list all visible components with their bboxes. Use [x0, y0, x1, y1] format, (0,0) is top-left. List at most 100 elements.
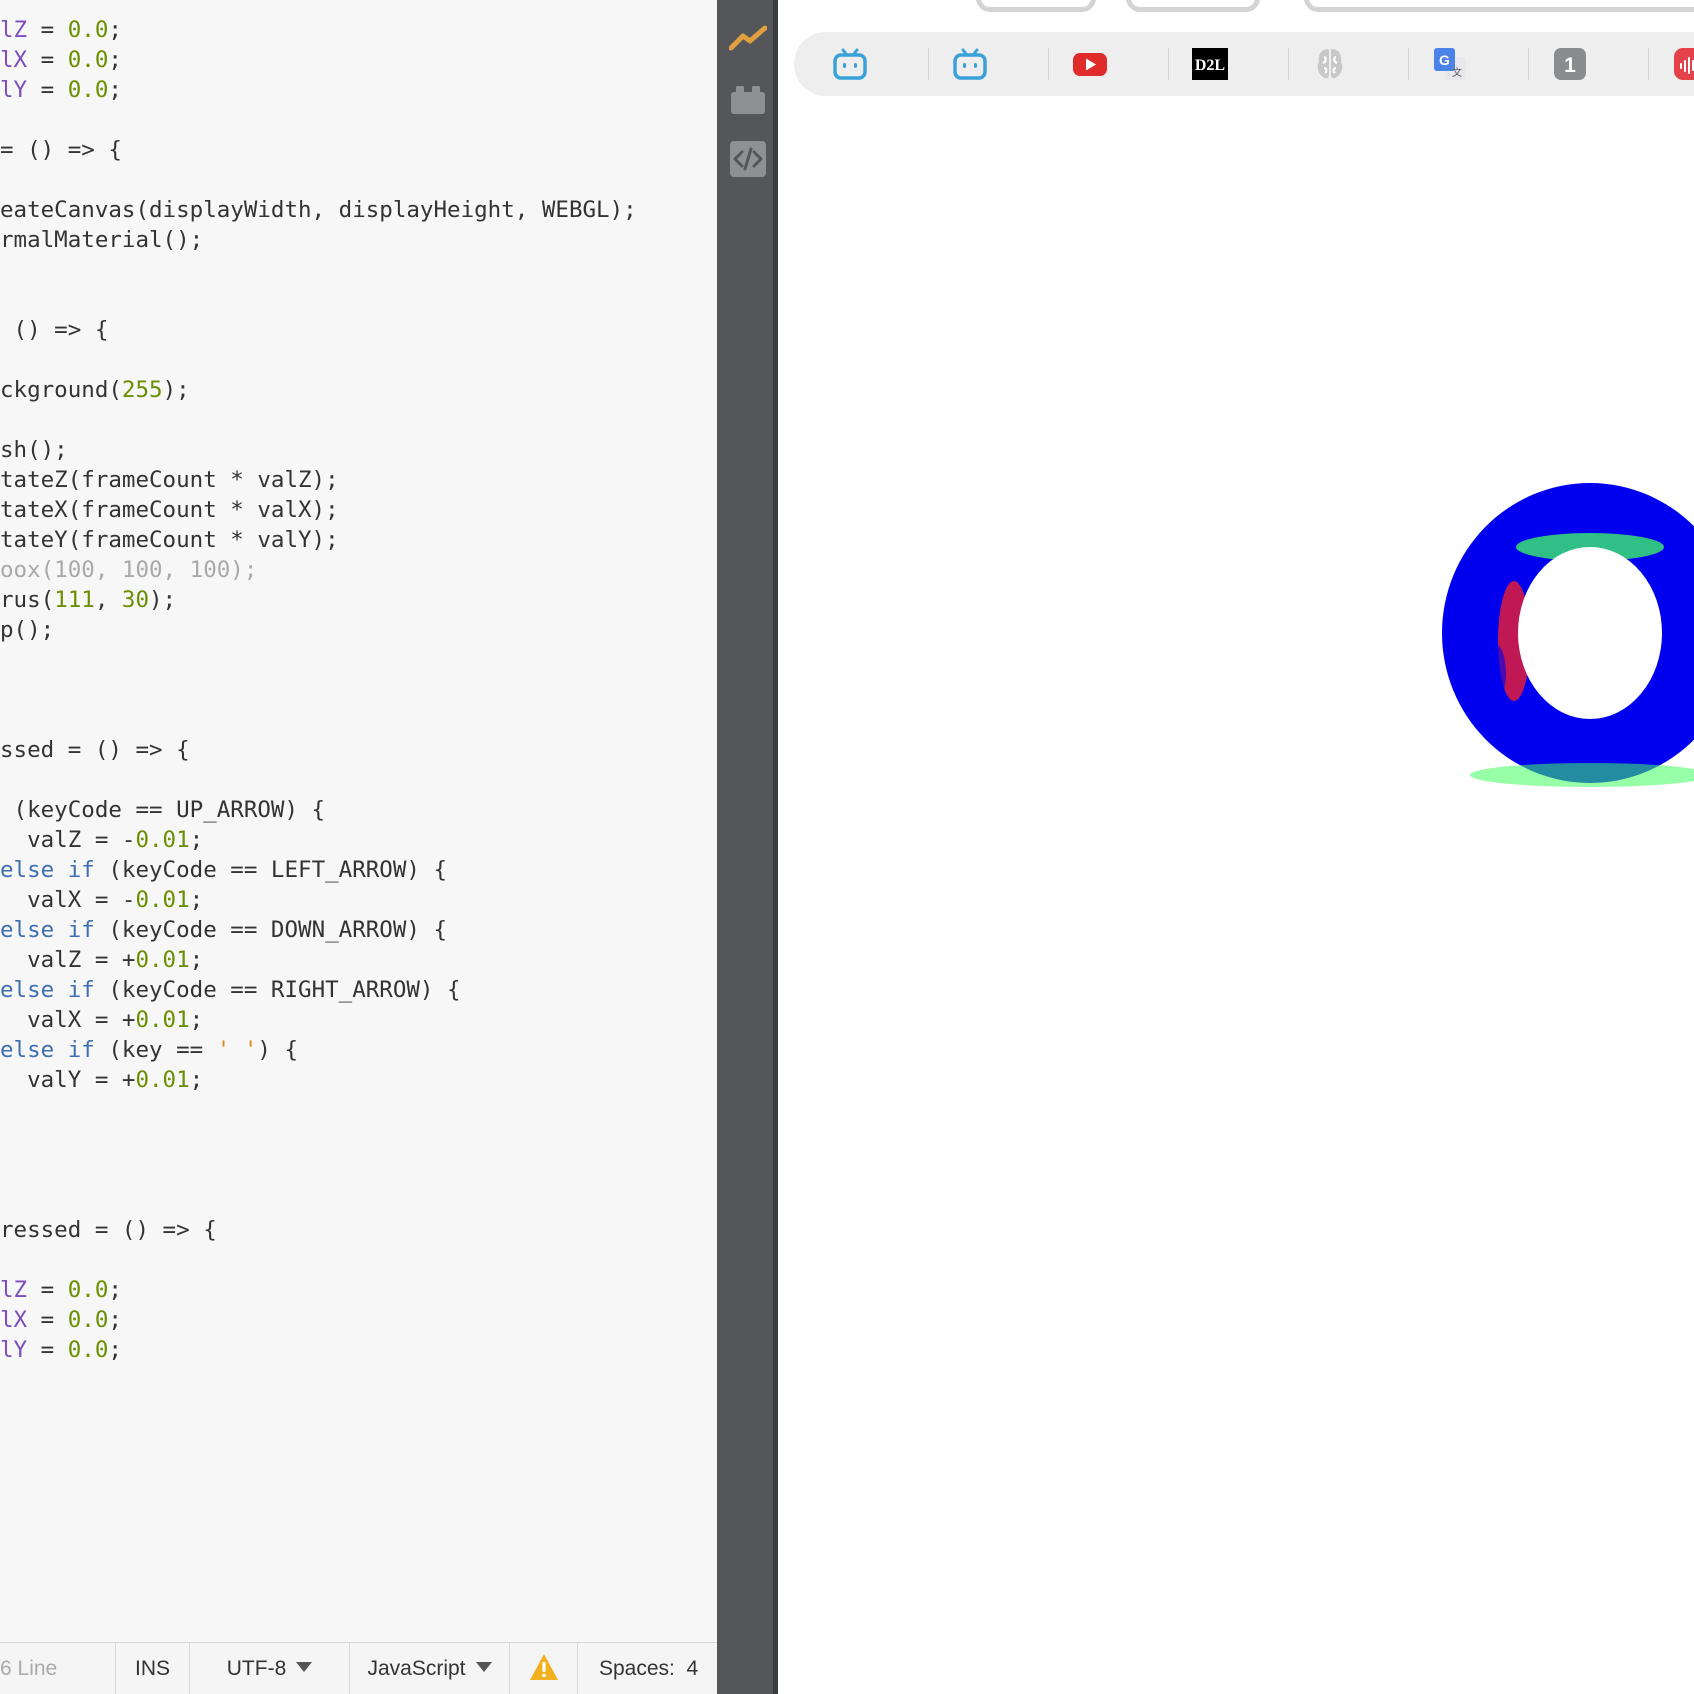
- browser-tab[interactable]: [976, 0, 1096, 12]
- warning-button[interactable]: [510, 1643, 578, 1694]
- code-token: (keyCode == RIGHT_ARROW) {: [94, 977, 461, 1003]
- encoding-label: UTF-8: [226, 1657, 287, 1680]
- code-token: =: [27, 1337, 68, 1363]
- code-token: lZ: [0, 1277, 28, 1303]
- bookmark-bilibili[interactable]: [832, 46, 868, 82]
- code-token: ;: [189, 1007, 204, 1033]
- code-line: = () => {: [0, 135, 122, 165]
- code-token: ' ': [216, 1037, 258, 1063]
- code-token: =: [27, 77, 68, 103]
- code-token: 0.01: [135, 1007, 190, 1033]
- code-token: lX: [0, 1307, 28, 1333]
- code-token: valX = +: [0, 1007, 136, 1033]
- code-token: 0.01: [135, 827, 190, 853]
- code-token: valZ = +: [0, 947, 136, 973]
- code-line: oox(100, 100, 100);: [0, 555, 257, 585]
- code-token: else: [0, 977, 55, 1003]
- code-line: () => {: [0, 315, 109, 345]
- insert-mode-button[interactable]: INS: [116, 1643, 190, 1694]
- code-token: ressed = () => {: [0, 1217, 217, 1243]
- code-view-button[interactable]: [729, 140, 767, 178]
- code-token: 0.01: [135, 887, 190, 913]
- code-icon: [730, 141, 766, 177]
- code-token: valX = -: [0, 887, 136, 913]
- bookmark-d2l[interactable]: D2L: [1192, 46, 1228, 82]
- code-token: ;: [108, 1307, 122, 1333]
- code-token: ;: [108, 17, 122, 43]
- code-token: =: [27, 1277, 68, 1303]
- svg-text:G: G: [1439, 52, 1450, 68]
- code-token: 0.01: [135, 947, 190, 973]
- code-token: = () => {: [0, 137, 122, 163]
- browser-tab[interactable]: [1126, 0, 1260, 12]
- code-token: eateCanvas(displayWidth, displayHeight, …: [0, 197, 637, 223]
- code-token: rus(: [0, 587, 55, 613]
- code-token: 255: [121, 377, 163, 403]
- bookmark-brain[interactable]: [1312, 46, 1348, 82]
- code-line: tateY(frameCount * valY);: [0, 525, 339, 555]
- browser-tab[interactable]: [1304, 0, 1694, 12]
- code-token: 0.0: [67, 17, 109, 43]
- code-token: 0.01: [135, 1067, 190, 1093]
- sketch-canvas[interactable]: [778, 96, 1694, 1694]
- insert-mode-label: INS: [134, 1657, 170, 1680]
- indentation-setting[interactable]: Spaces: 4: [578, 1643, 717, 1694]
- code-token: ckground(: [0, 377, 122, 403]
- code-token: lY: [0, 1337, 28, 1363]
- code-line: lZ = 0.0;: [0, 15, 122, 45]
- code-editor[interactable]: lZ = 0.0; lX = 0.0; lY = 0.0; = () => {eate…: [0, 0, 717, 1694]
- bookmark-podcast[interactable]: [1672, 46, 1694, 82]
- code-token: else: [0, 1037, 55, 1063]
- code-token: ssed = () => {: [0, 737, 190, 763]
- code-token: ;: [189, 947, 204, 973]
- bookmark-separator: [1408, 48, 1409, 80]
- bookmark-google-translate[interactable]: G文: [1432, 46, 1468, 82]
- bookmark-youtube[interactable]: [1072, 46, 1108, 82]
- plugin-icon: [731, 86, 765, 114]
- code-token: =: [27, 47, 68, 73]
- bilibili-icon: [952, 48, 988, 86]
- code-line: tateZ(frameCount * valZ);: [0, 465, 339, 495]
- svg-text:1: 1: [1564, 54, 1576, 77]
- bookmark-onepassword[interactable]: 1: [1552, 46, 1588, 82]
- code-token: else: [0, 857, 55, 883]
- code-token: tateX(frameCount * valX);: [0, 497, 339, 523]
- svg-text:D2L: D2L: [1195, 57, 1225, 74]
- code-token: ) {: [257, 1037, 299, 1063]
- svg-text:文: 文: [1452, 66, 1462, 79]
- code-token: valZ = -: [0, 827, 136, 853]
- code-token: (key ==: [94, 1037, 217, 1063]
- code-token: ;: [108, 77, 122, 103]
- code-line: valZ = -0.01;: [0, 825, 203, 855]
- plugin-button[interactable]: [729, 80, 767, 118]
- encoding-dropdown[interactable]: UTF-8: [190, 1643, 350, 1694]
- code-token: lX: [0, 47, 28, 73]
- status-bar: 6 Line INS UTF-8 JavaScript Spaces: 4: [0, 1642, 717, 1694]
- code-line: tateX(frameCount * valX);: [0, 495, 339, 525]
- code-token: 0.0: [67, 1307, 109, 1333]
- code-token: ;: [189, 827, 204, 853]
- brain-icon: [1312, 49, 1348, 86]
- code-line: rus(111, 30);: [0, 585, 176, 615]
- code-line: p();: [0, 615, 54, 645]
- code-line: lX = 0.0;: [0, 1305, 122, 1335]
- code-token: 30: [121, 587, 150, 613]
- code-token: sh();: [0, 437, 68, 463]
- code-token: p();: [0, 617, 55, 643]
- language-dropdown[interactable]: JavaScript: [350, 1643, 510, 1694]
- torus-shape: [1442, 483, 1694, 787]
- code-token: =: [27, 1307, 68, 1333]
- code-token: rmalMaterial();: [0, 227, 204, 253]
- code-line: lX = 0.0;: [0, 45, 122, 75]
- bookmark-bilibili[interactable]: [952, 46, 988, 82]
- code-token: 0.0: [67, 47, 109, 73]
- code-line: valZ = +0.01;: [0, 945, 203, 975]
- code-token: 0.0: [67, 77, 109, 103]
- code-token: if: [67, 917, 95, 943]
- code-line: else if (keyCode == LEFT_ARROW) {: [0, 855, 447, 885]
- tool-sidebar: [717, 0, 778, 1694]
- activity-button[interactable]: [728, 18, 768, 56]
